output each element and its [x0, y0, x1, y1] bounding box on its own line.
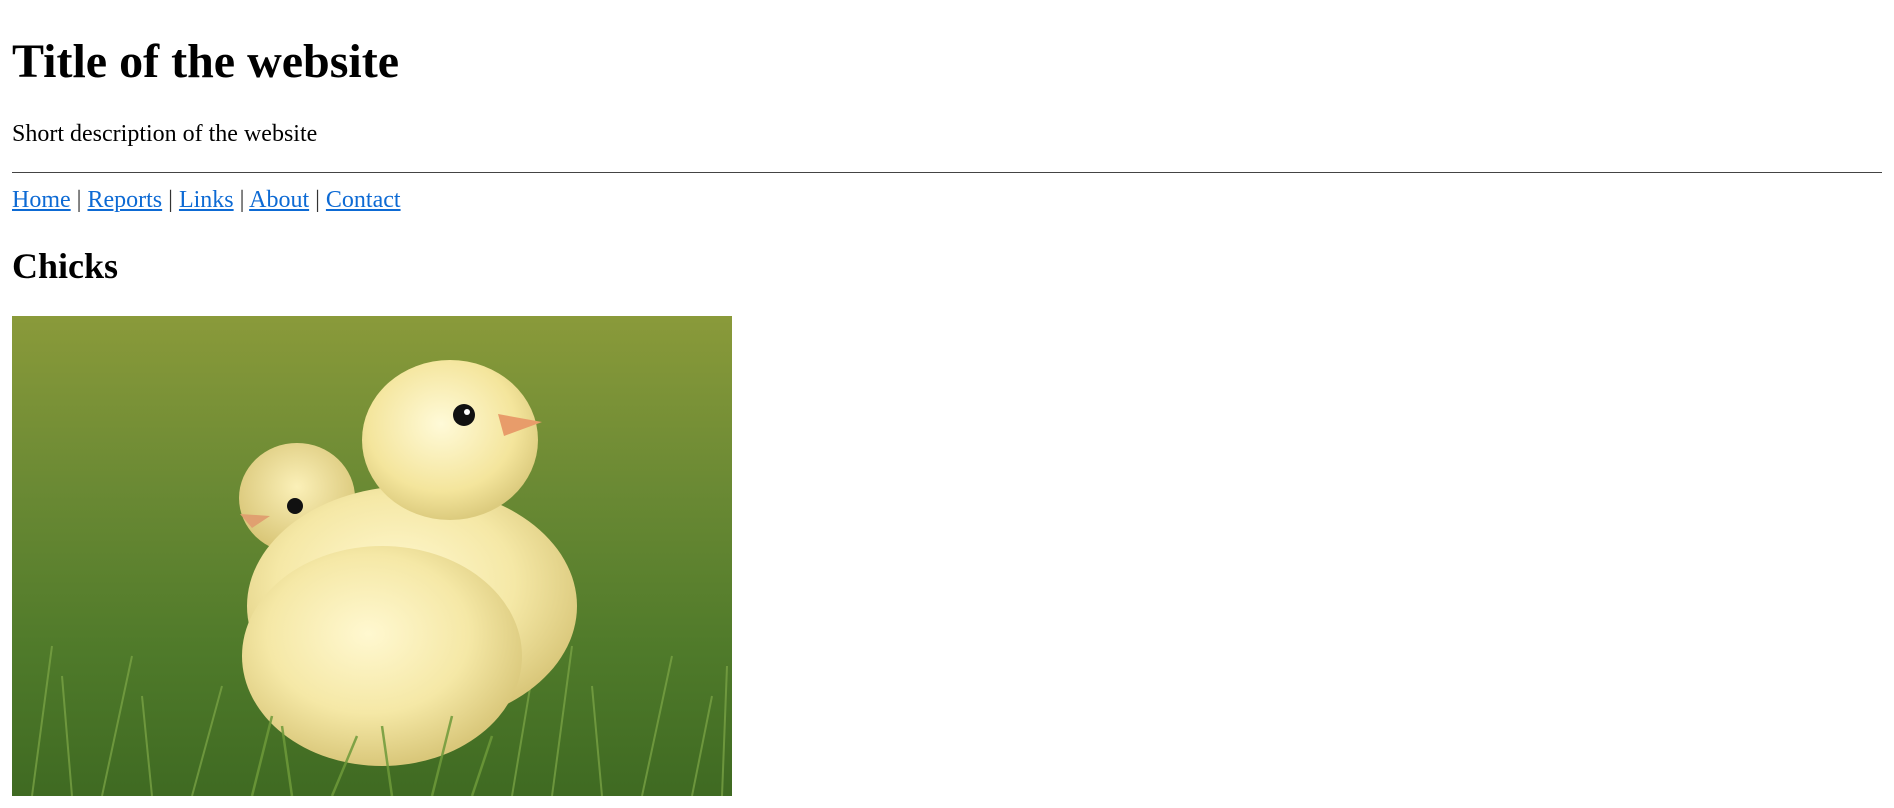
nav-separator: | — [76, 187, 88, 213]
nav-separator: | — [168, 187, 179, 213]
nav-link-links[interactable]: Links — [179, 187, 234, 213]
header-divider — [12, 172, 1882, 173]
nav-link-contact[interactable]: Contact — [326, 187, 401, 213]
site-description: Short description of the website — [12, 121, 318, 147]
nav-link-about[interactable]: About — [249, 187, 309, 213]
site-title: Title of the website — [12, 35, 400, 88]
nav-separator: | — [239, 187, 250, 213]
page: Title of the website Short description o… — [0, 0, 1894, 808]
nav-link-home[interactable]: Home — [12, 187, 71, 213]
main-nav: Home | Reports | Links | About | Contact — [12, 185, 401, 215]
chicks-photo — [12, 316, 732, 796]
nav-separator: | — [315, 187, 326, 213]
nav-link-reports[interactable]: Reports — [87, 187, 162, 213]
section-heading: Chicks — [12, 246, 119, 286]
